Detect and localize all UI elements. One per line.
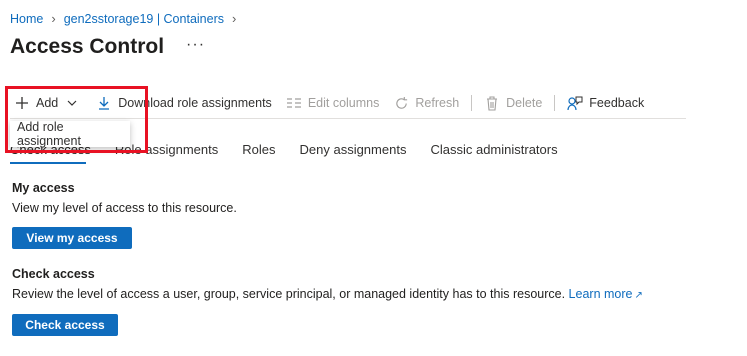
check-access-description: Review the level of access a user, group… xyxy=(12,287,566,301)
tab-classic-administrators[interactable]: Classic administrators xyxy=(430,142,557,157)
delete-label: Delete xyxy=(506,96,543,110)
check-access-button[interactable]: Check access xyxy=(12,314,118,336)
breadcrumb-storage-link[interactable]: gen2sstorage19 | Containers xyxy=(64,12,224,26)
external-link-icon: ↗ xyxy=(634,290,643,301)
page-title: Access Control xyxy=(10,35,165,58)
columns-icon xyxy=(286,95,302,111)
more-options-icon[interactable]: ··· xyxy=(186,36,205,54)
breadcrumb: Home › gen2sstorage19 | Containers › xyxy=(10,11,244,26)
check-access-heading: Check access xyxy=(12,267,95,281)
edit-columns-button[interactable]: Edit columns xyxy=(286,95,380,111)
active-tab-indicator xyxy=(10,162,86,164)
feedback-button[interactable]: Feedback xyxy=(567,95,644,111)
refresh-icon xyxy=(393,95,409,111)
tab-deny-assignments[interactable]: Deny assignments xyxy=(300,142,407,157)
delete-button[interactable]: Delete xyxy=(484,95,542,111)
learn-more-label: Learn more xyxy=(568,287,633,301)
refresh-label: Refresh xyxy=(415,96,460,110)
view-my-access-button[interactable]: View my access xyxy=(12,227,132,249)
toolbar-divider xyxy=(471,95,473,111)
my-access-heading: My access xyxy=(12,181,75,195)
chevron-right-icon: › xyxy=(51,11,56,26)
feedback-label: Feedback xyxy=(589,96,645,110)
refresh-button[interactable]: Refresh xyxy=(393,95,459,111)
toolbar-divider xyxy=(554,95,556,111)
edit-columns-label: Edit columns xyxy=(307,96,380,110)
chevron-right-icon: › xyxy=(231,11,237,26)
feedback-person-icon xyxy=(567,95,583,111)
check-access-description-row: Review the level of access a user, group… xyxy=(12,287,643,301)
breadcrumb-home-link[interactable]: Home xyxy=(10,12,43,26)
highlight-box xyxy=(5,86,148,153)
my-access-description: View my level of access to this resource… xyxy=(12,201,237,215)
trash-icon xyxy=(484,95,500,111)
learn-more-link[interactable]: Learn more ↗ xyxy=(569,287,643,301)
tab-roles[interactable]: Roles xyxy=(242,142,275,157)
title-row: Access Control ··· xyxy=(10,35,205,59)
